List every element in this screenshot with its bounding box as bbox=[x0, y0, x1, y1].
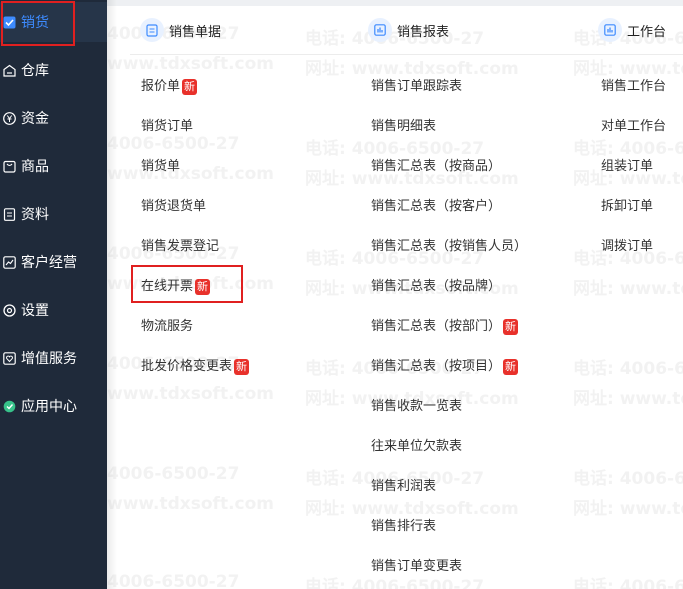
sidebar-item-funds[interactable]: 资金 bbox=[0, 98, 107, 138]
sidebar-item-label: 商品 bbox=[21, 159, 49, 175]
sidebar: 销货 仓库 资金 商品 资料 客户经营 设置 增值服务 应用中心 bbox=[0, 0, 107, 589]
new-badge: 新 bbox=[234, 359, 250, 375]
menu-item-report[interactable]: 销售汇总表（按商品） bbox=[371, 158, 501, 176]
new-badge: 新 bbox=[195, 279, 211, 295]
menu-item-label: 销售汇总表（按品牌） bbox=[371, 279, 502, 294]
app-center-icon bbox=[2, 399, 16, 413]
menu-item-online-invoice[interactable]: 在线开票 新 bbox=[141, 278, 211, 296]
menu-item-label: 销售工作台 bbox=[601, 79, 667, 94]
menu-item-report[interactable]: 销售排行表 bbox=[371, 518, 436, 536]
sidebar-item-label: 增值服务 bbox=[21, 351, 77, 367]
menu-item-label: 在线开票 bbox=[141, 279, 194, 294]
sidebar-item-label: 资金 bbox=[21, 111, 49, 127]
menu-item-label: 销售订单跟踪表 bbox=[371, 79, 463, 94]
sidebar-item-sales[interactable]: 销货 bbox=[0, 2, 107, 42]
sidebar-item-goods[interactable]: 商品 bbox=[0, 146, 107, 186]
menu-item-label: 销售汇总表（按项目） bbox=[371, 359, 502, 374]
menu-item-report[interactable]: 销售汇总表（按客户） bbox=[371, 198, 501, 216]
menu-item-label: 销售发票登记 bbox=[141, 239, 220, 254]
menu-item-label: 销售明细表 bbox=[371, 119, 437, 134]
menu-item-report[interactable]: 销售明细表 bbox=[371, 118, 436, 136]
chart-trend-icon bbox=[2, 255, 16, 269]
menu-item-label: 销货订单 bbox=[141, 119, 194, 134]
menu-item-label: 销售利润表 bbox=[371, 479, 437, 494]
yen-icon bbox=[2, 111, 16, 125]
menu-item-label: 批发价格变更表 bbox=[141, 359, 233, 374]
menu-item-label: 销售汇总表（按商品） bbox=[371, 159, 502, 174]
menu-item-report[interactable]: 往来单位欠款表 bbox=[371, 438, 462, 456]
menu-item-assembly-order[interactable]: 组装订单 bbox=[601, 158, 653, 176]
settings-icon bbox=[2, 303, 16, 317]
menu-item-label: 往来单位欠款表 bbox=[371, 439, 463, 454]
menu-item-report[interactable]: 销售订单跟踪表 bbox=[371, 78, 462, 96]
menu-item-report[interactable]: 销售汇总表（按项目） 新 bbox=[371, 358, 519, 376]
menu-item-label: 组装订单 bbox=[601, 159, 654, 174]
document-icon bbox=[140, 18, 164, 42]
menu-item-disassembly-order[interactable]: 拆卸订单 bbox=[601, 198, 653, 216]
document-icon bbox=[2, 207, 16, 221]
sidebar-item-value-added[interactable]: 增值服务 bbox=[0, 338, 107, 378]
sidebar-item-settings[interactable]: 设置 bbox=[0, 290, 107, 330]
menu-item-label: 调拨订单 bbox=[601, 239, 654, 254]
column-title: 销售报表 bbox=[397, 24, 450, 40]
menu-item-label: 销售订单变更表 bbox=[371, 559, 463, 574]
warehouse-icon bbox=[2, 63, 16, 77]
menu-item-label: 销货退货单 bbox=[141, 199, 207, 214]
workbench-icon bbox=[598, 18, 622, 42]
sidebar-item-label: 销货 bbox=[21, 15, 49, 31]
menu-item-label: 对单工作台 bbox=[601, 119, 667, 134]
sidebar-item-label: 客户经营 bbox=[21, 255, 77, 271]
menu-item-report[interactable]: 销售汇总表（按销售人员） bbox=[371, 238, 527, 256]
menu-item-sales-workbench[interactable]: 销售工作台 bbox=[601, 78, 666, 96]
menu-item-sales-order[interactable]: 销货订单 bbox=[141, 118, 193, 136]
menu-item-transfer-order[interactable]: 调拨订单 bbox=[601, 238, 653, 256]
header-divider bbox=[130, 54, 683, 55]
menu-item-label: 物流服务 bbox=[141, 319, 194, 334]
sidebar-item-customer[interactable]: 客户经营 bbox=[0, 242, 107, 282]
menu-item-label: 销货单 bbox=[141, 159, 181, 174]
menu-item-label: 销售排行表 bbox=[371, 519, 437, 534]
new-badge: 新 bbox=[503, 319, 519, 335]
menu-item-invoice-register[interactable]: 销售发票登记 bbox=[141, 238, 219, 256]
menu-item-logistics[interactable]: 物流服务 bbox=[141, 318, 193, 336]
column-header-sales-reports: 销售报表 bbox=[368, 16, 449, 44]
menu-item-label: 报价单 bbox=[141, 79, 181, 94]
top-strip bbox=[107, 0, 683, 6]
sidebar-item-label: 仓库 bbox=[21, 63, 49, 79]
heart-icon bbox=[2, 351, 16, 365]
menu-item-quotation[interactable]: 报价单 新 bbox=[141, 78, 198, 96]
menu-item-label: 拆卸订单 bbox=[601, 199, 654, 214]
column-title: 销售单据 bbox=[169, 24, 222, 40]
menu-item-report[interactable]: 销售利润表 bbox=[371, 478, 436, 496]
sidebar-item-app-center[interactable]: 应用中心 bbox=[0, 386, 107, 426]
menu-item-report[interactable]: 销售汇总表（按品牌） bbox=[371, 278, 501, 296]
panel-shadow bbox=[107, 0, 117, 589]
menu-item-label: 销售汇总表（按销售人员） bbox=[371, 239, 528, 254]
menu-item-wholesale-price-change[interactable]: 批发价格变更表 新 bbox=[141, 358, 250, 376]
sidebar-item-label: 设置 bbox=[21, 303, 49, 319]
column-title: 工作台 bbox=[627, 24, 667, 40]
goods-icon bbox=[2, 159, 16, 173]
menu-item-reconcile-workbench[interactable]: 对单工作台 bbox=[601, 118, 666, 136]
sales-icon bbox=[2, 15, 16, 29]
menu-item-label: 销售收款一览表 bbox=[371, 399, 463, 414]
report-icon bbox=[368, 18, 392, 42]
menu-item-sales-return[interactable]: 销货退货单 bbox=[141, 198, 206, 216]
sidebar-item-label: 资料 bbox=[21, 207, 49, 223]
column-header-sales-docs: 销售单据 bbox=[140, 16, 221, 44]
sidebar-item-data[interactable]: 资料 bbox=[0, 194, 107, 234]
menu-item-sales-slip[interactable]: 销货单 bbox=[141, 158, 180, 176]
sidebar-item-label: 应用中心 bbox=[21, 399, 77, 415]
new-badge: 新 bbox=[182, 79, 198, 95]
column-header-workbench: 工作台 bbox=[598, 16, 666, 44]
menu-item-report[interactable]: 销售订单变更表 bbox=[371, 558, 462, 576]
menu-item-report[interactable]: 销售汇总表（按部门） 新 bbox=[371, 318, 519, 336]
menu-item-report[interactable]: 销售收款一览表 bbox=[371, 398, 462, 416]
menu-item-label: 销售汇总表（按客户） bbox=[371, 199, 502, 214]
new-badge: 新 bbox=[503, 359, 519, 375]
menu-item-label: 销售汇总表（按部门） bbox=[371, 319, 502, 334]
sidebar-item-warehouse[interactable]: 仓库 bbox=[0, 50, 107, 90]
